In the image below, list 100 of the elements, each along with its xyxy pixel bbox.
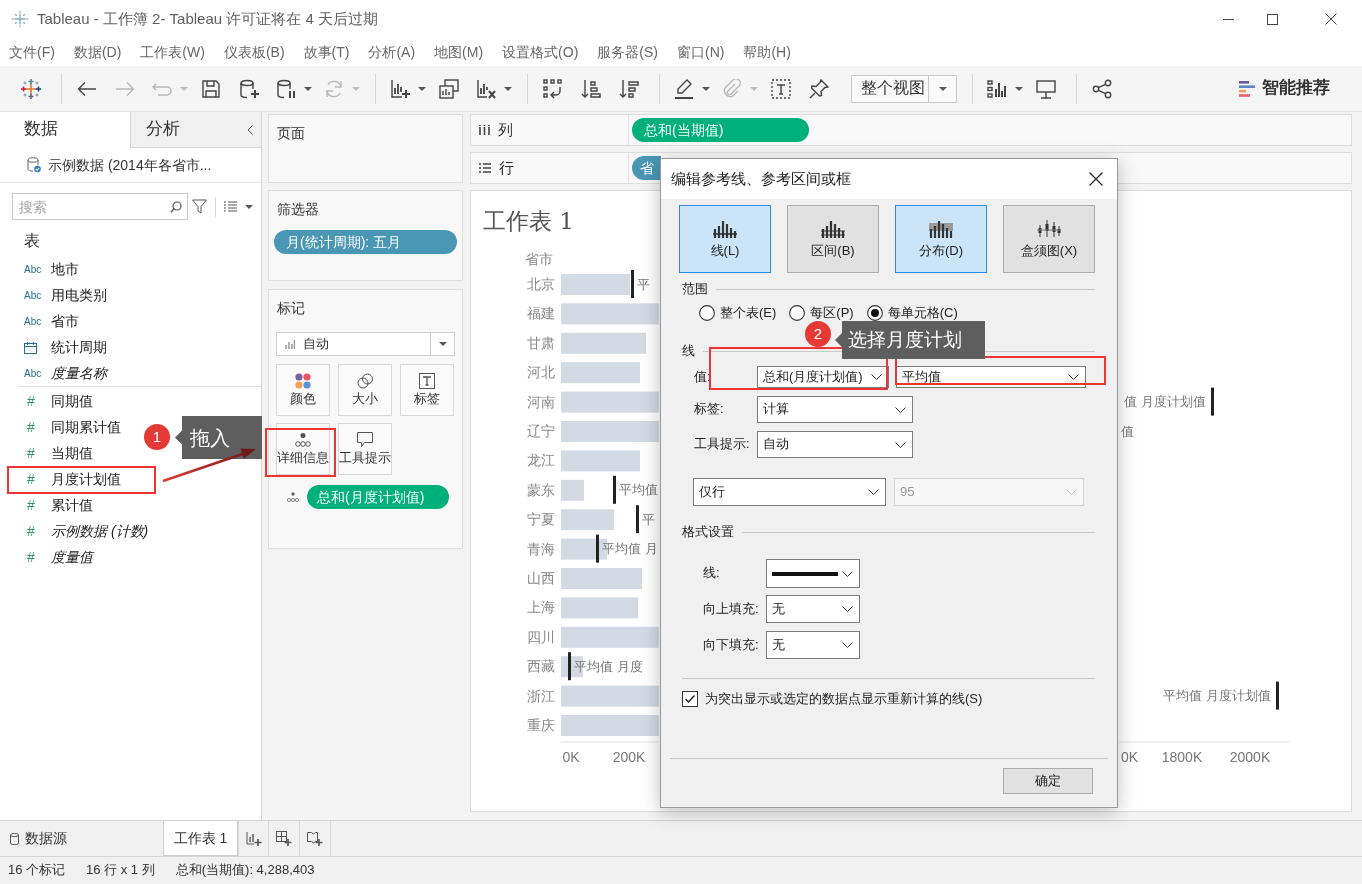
marks-button[interactable]: 标签 bbox=[400, 364, 454, 416]
radio-label: 整个表(E) bbox=[720, 305, 777, 321]
menu-item[interactable]: 数据(D) bbox=[73, 42, 122, 62]
field-name[interactable]: 统计周期 bbox=[51, 337, 107, 357]
four-dots-icon bbox=[295, 373, 311, 390]
field-name[interactable]: 示例数据 (计数) bbox=[51, 521, 149, 541]
view-fit-select[interactable]: 整个视图 bbox=[851, 74, 957, 103]
field-name[interactable]: 月度计划值 bbox=[51, 469, 121, 489]
field-name[interactable]: 累计值 bbox=[51, 495, 93, 515]
caret-icon[interactable] bbox=[504, 86, 512, 91]
share-icon[interactable] bbox=[1092, 78, 1112, 99]
axis-tick-label: 2000K bbox=[1229, 749, 1271, 765]
pause-database-icon[interactable] bbox=[276, 78, 296, 99]
add-chart-icon[interactable] bbox=[245, 830, 262, 847]
field-type-label: # bbox=[26, 469, 36, 489]
ok-button[interactable]: 确定 bbox=[1003, 768, 1093, 794]
close-icon[interactable] bbox=[1325, 13, 1337, 25]
field-label: 向上填充: bbox=[703, 600, 760, 618]
clear-chart-icon[interactable] bbox=[476, 78, 496, 99]
add-chart-icon[interactable] bbox=[390, 78, 410, 99]
highlighter-icon[interactable] bbox=[674, 78, 694, 99]
sheet-tab[interactable]: 工作表 1 bbox=[163, 821, 238, 856]
radio-button[interactable] bbox=[789, 305, 806, 321]
swap-icon[interactable] bbox=[543, 78, 563, 99]
field-name[interactable]: 用电类别 bbox=[51, 285, 107, 305]
tooltip-select[interactable]: 自动 bbox=[757, 431, 913, 458]
row-label: 上海 bbox=[527, 599, 555, 616]
database-icon bbox=[10, 832, 19, 845]
save-icon[interactable] bbox=[201, 78, 221, 99]
field-name[interactable]: 地市 bbox=[51, 259, 79, 279]
detail-dots-icon bbox=[287, 492, 299, 502]
value-select[interactable]: 总和(月度计划值) bbox=[757, 366, 889, 388]
dialog-title: 编辑参考线、参考区间或框 bbox=[671, 169, 851, 189]
bar-band-icon bbox=[821, 218, 845, 239]
caret-icon[interactable] bbox=[418, 86, 426, 91]
field-name[interactable]: 度量名称 bbox=[51, 363, 107, 383]
aggregation-select[interactable]: 平均值 bbox=[896, 366, 1086, 388]
field-name[interactable]: 度量值 bbox=[51, 547, 93, 567]
pin-icon[interactable] bbox=[809, 78, 829, 99]
menu-item[interactable]: 分析(A) bbox=[368, 42, 416, 62]
horizontal-bars-icon[interactable] bbox=[1239, 80, 1255, 97]
type-button[interactable]: 线(L) bbox=[679, 205, 771, 273]
marks-button[interactable]: 工具提示 bbox=[338, 423, 392, 475]
line-style-select[interactable] bbox=[766, 559, 860, 588]
maximize-icon[interactable] bbox=[1266, 13, 1278, 25]
menu-item[interactable]: 窗口(N) bbox=[677, 42, 725, 62]
menu-item[interactable]: 工作表(W) bbox=[140, 42, 205, 62]
filter-icon[interactable] bbox=[192, 199, 207, 215]
add-book-icon[interactable] bbox=[307, 830, 323, 847]
duplicate-chart-icon[interactable] bbox=[439, 78, 459, 99]
menu-item[interactable]: 仪表板(B) bbox=[223, 42, 285, 62]
type-button[interactable]: 盒须图(X) bbox=[1003, 205, 1095, 273]
menu-item[interactable]: 故事(T) bbox=[303, 42, 350, 62]
card-title: 筛选器 bbox=[276, 200, 320, 218]
close-icon[interactable] bbox=[1089, 172, 1103, 186]
menu-item[interactable]: 服务器(S) bbox=[597, 42, 658, 62]
fill-select[interactable]: 无 bbox=[766, 631, 860, 659]
menu-item[interactable]: 帮助(H) bbox=[743, 42, 791, 62]
marks-button[interactable]: 详细信息 bbox=[276, 423, 330, 475]
checkbox-label: 为突出显示或选定的数据点显示重新计算的线(S) bbox=[705, 691, 983, 707]
minimize-icon[interactable] bbox=[1222, 18, 1234, 20]
scope-select[interactable]: 仅行 bbox=[693, 478, 886, 506]
mark-type-select[interactable]: 自动 bbox=[276, 332, 455, 356]
row-label: 四川 bbox=[527, 628, 555, 645]
caret-icon[interactable] bbox=[1015, 86, 1023, 91]
chart-grid-icon[interactable] bbox=[987, 78, 1007, 99]
field-name[interactable]: 当期值 bbox=[51, 443, 93, 463]
marks-button[interactable]: 颜色 bbox=[276, 364, 330, 416]
menu-item[interactable]: 设置格式(O) bbox=[502, 42, 579, 62]
fill-select[interactable]: 无 bbox=[766, 595, 860, 623]
radio-button[interactable] bbox=[699, 305, 715, 321]
search-field[interactable]: 搜索 bbox=[12, 193, 188, 220]
pane-tab[interactable]: 分析 bbox=[130, 112, 238, 148]
type-button[interactable]: 区间(B) bbox=[787, 205, 879, 273]
caret-icon[interactable] bbox=[245, 204, 253, 209]
field-name[interactable]: 省市 bbox=[51, 311, 79, 331]
add-database-icon[interactable] bbox=[239, 78, 259, 99]
marks-button[interactable]: 大小 bbox=[338, 364, 392, 416]
text-box-icon[interactable] bbox=[771, 78, 791, 99]
app-logo-icon[interactable] bbox=[21, 78, 41, 99]
add-grid-icon[interactable] bbox=[276, 830, 292, 847]
menu-item[interactable]: 文件(F) bbox=[9, 42, 55, 62]
field-name[interactable]: 同期值 bbox=[51, 391, 93, 411]
chevron-down-icon bbox=[842, 570, 853, 577]
type-button[interactable]: 分布(D) bbox=[895, 205, 987, 273]
smart-recommend-button[interactable]: 智能推荐 bbox=[1262, 77, 1330, 100]
sort-descending-icon[interactable] bbox=[619, 78, 639, 99]
radio-button[interactable] bbox=[866, 305, 883, 321]
presentation-icon[interactable] bbox=[1036, 78, 1056, 99]
field-name[interactable]: 同期累计值 bbox=[51, 417, 121, 437]
caret-icon[interactable] bbox=[304, 86, 312, 91]
datasource-name[interactable]: 示例数据 (2014年各省市... bbox=[48, 155, 212, 175]
reference-line bbox=[636, 505, 639, 534]
datasource-tab[interactable]: 数据源 bbox=[0, 821, 72, 856]
field-label: 向下填充: bbox=[703, 636, 760, 654]
label-select[interactable]: 计算 bbox=[757, 396, 913, 423]
sort-ascending-icon[interactable] bbox=[581, 78, 601, 99]
checkbox[interactable] bbox=[682, 691, 698, 707]
menu-item[interactable]: 地图(M) bbox=[434, 42, 484, 62]
caret-icon[interactable] bbox=[702, 86, 710, 91]
